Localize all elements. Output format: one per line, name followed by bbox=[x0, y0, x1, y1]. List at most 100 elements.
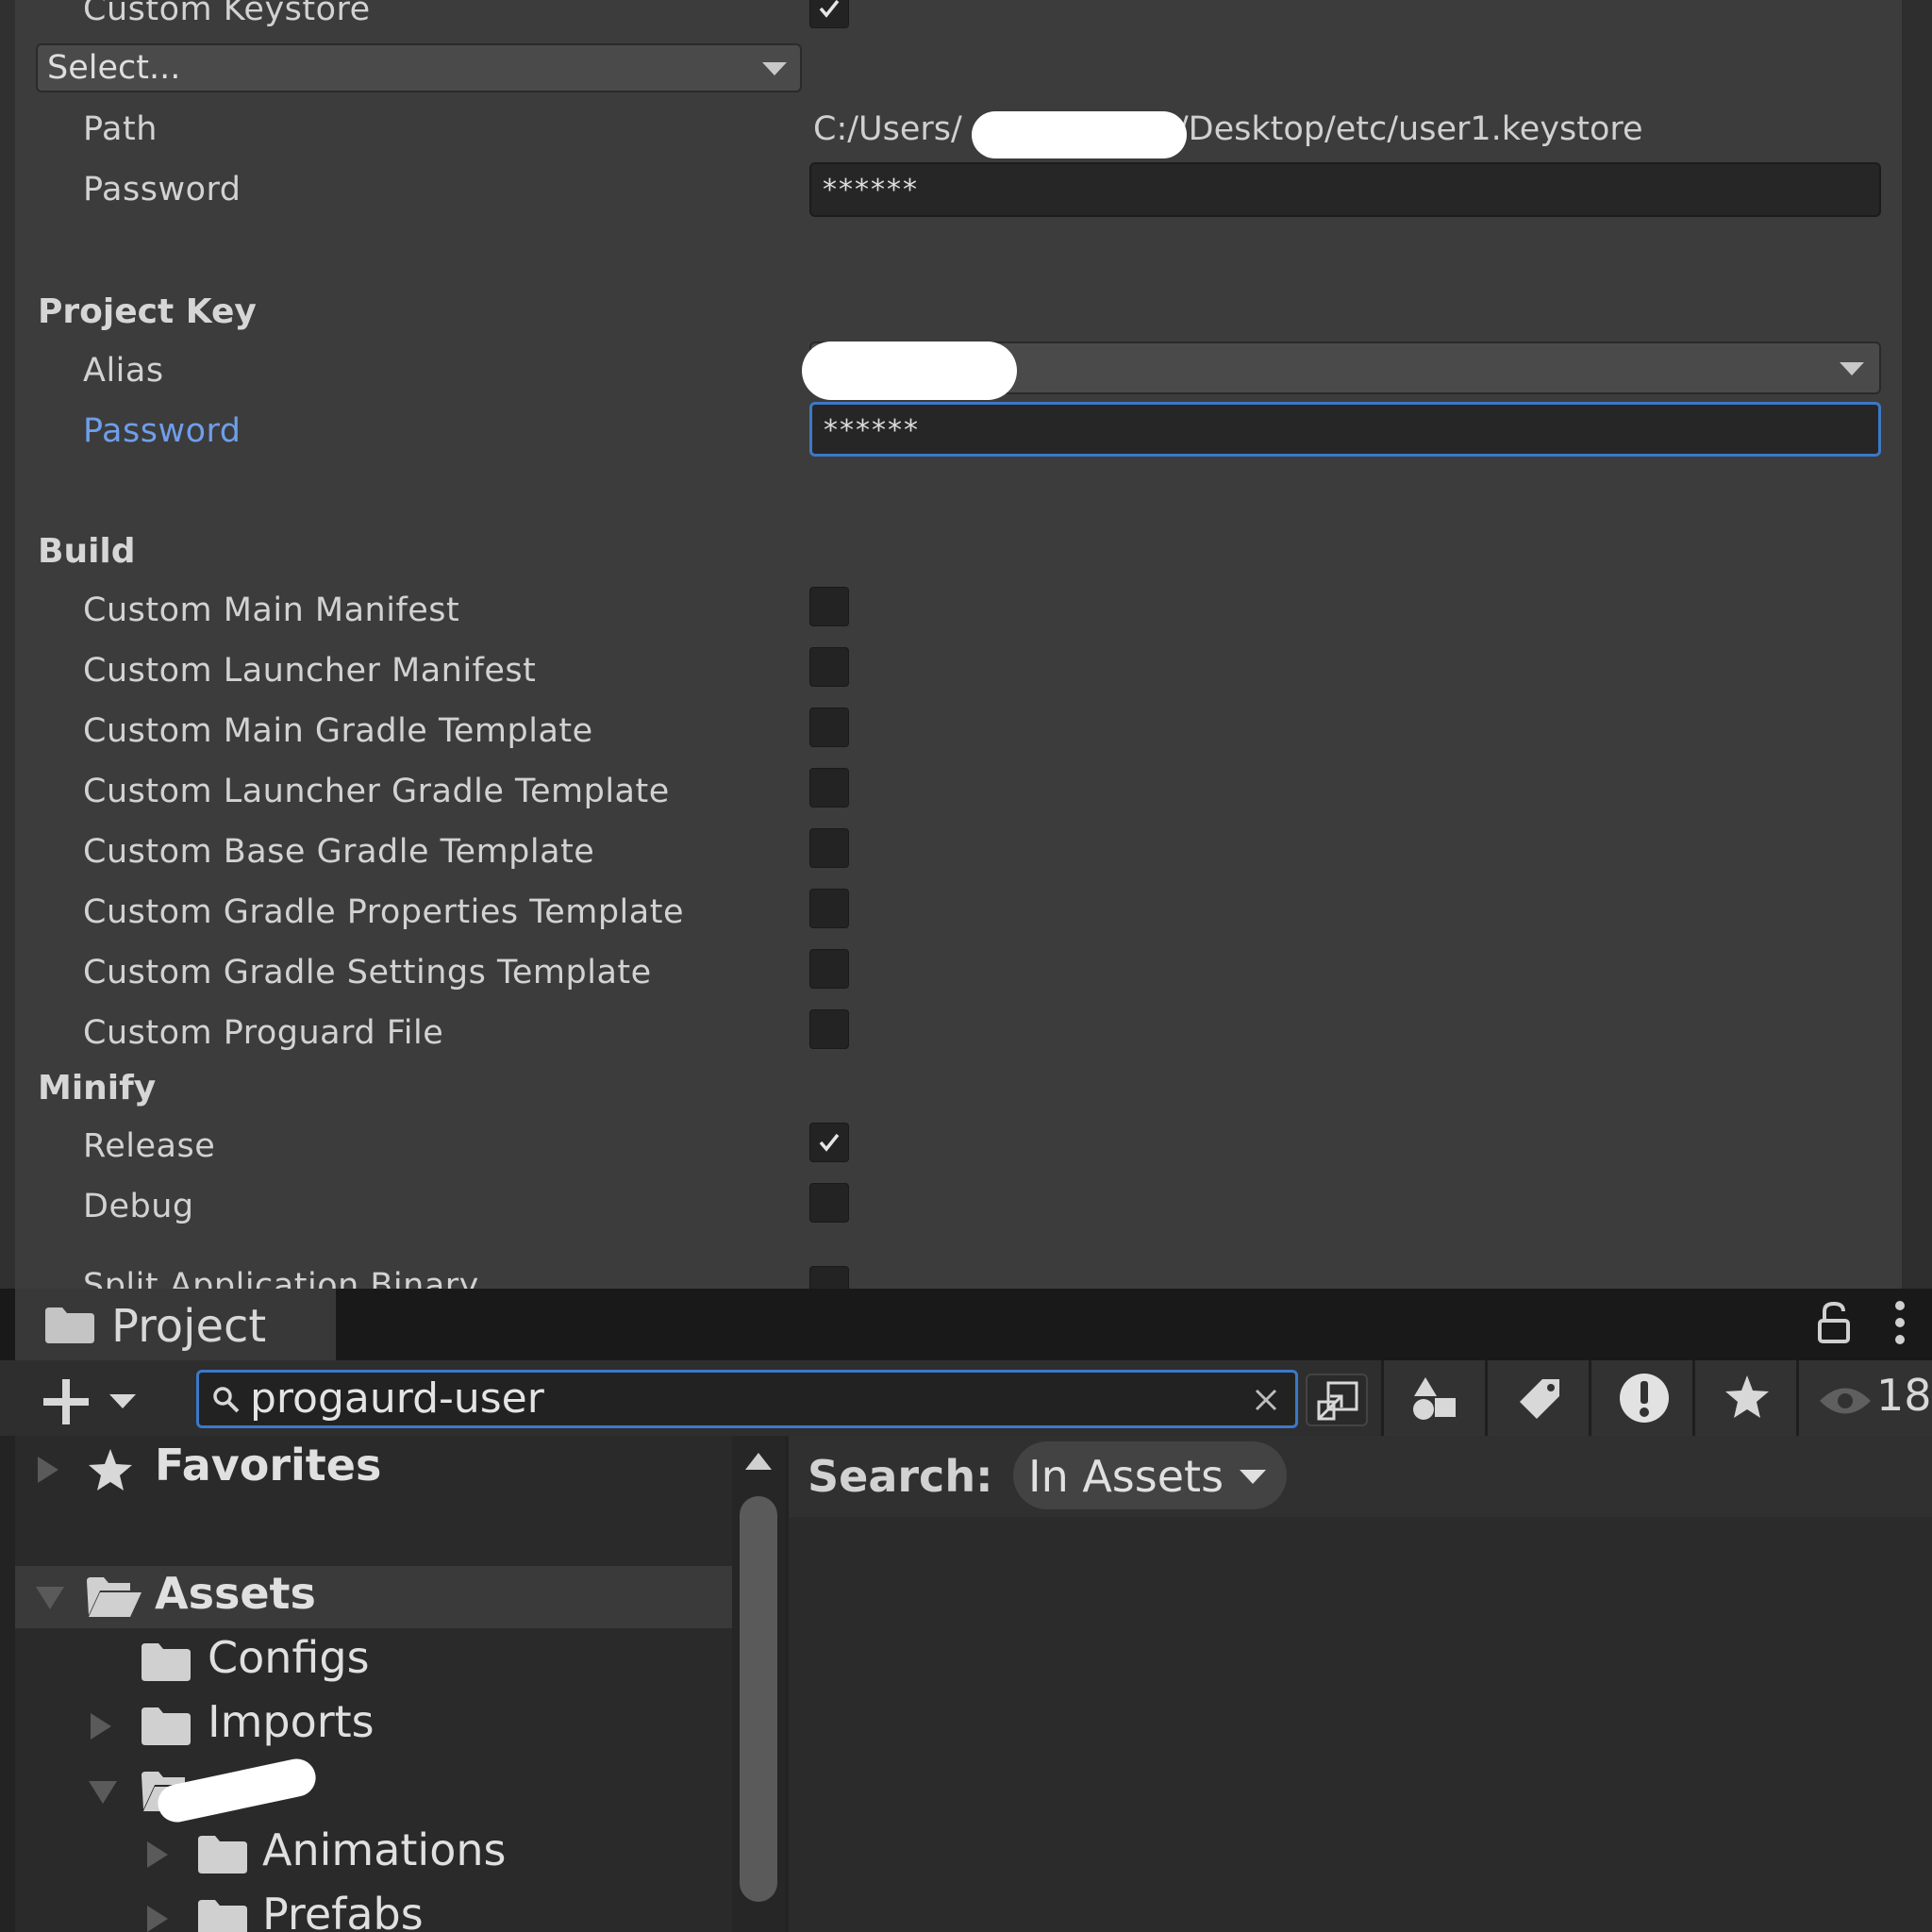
animations-label: Animations bbox=[262, 1824, 507, 1875]
alias-label: Alias bbox=[83, 352, 164, 390]
search-icon bbox=[213, 1387, 240, 1413]
keystore-select-value: Select... bbox=[47, 49, 181, 87]
expand-arrow-icon[interactable] bbox=[38, 1457, 58, 1483]
build-option-label: Custom Gradle Settings Template bbox=[83, 954, 652, 991]
build-option-label: Custom Gradle Properties Template bbox=[83, 893, 684, 931]
search-value: progaurd-user bbox=[250, 1374, 544, 1423]
custom-main-gradle-template-checkbox[interactable] bbox=[809, 708, 849, 747]
tree-item-animations[interactable]: Animations bbox=[15, 1823, 732, 1885]
project-tab[interactable]: Project bbox=[15, 1289, 336, 1360]
minify-release-checkbox[interactable] bbox=[809, 1123, 849, 1162]
imports-label: Imports bbox=[208, 1696, 375, 1747]
build-option-label: Custom Main Gradle Template bbox=[83, 712, 593, 750]
custom-keystore-label: Custom Keystore bbox=[83, 0, 371, 28]
custom-main-manifest-checkbox[interactable] bbox=[809, 587, 849, 626]
custom-keystore-checkbox[interactable] bbox=[809, 0, 849, 28]
redaction-mark bbox=[154, 1755, 320, 1826]
path-value: C:/Users/ /Desktop/etc/user1.keystore bbox=[813, 110, 1643, 148]
expand-arrow-icon[interactable] bbox=[91, 1713, 111, 1740]
folder-icon bbox=[198, 1900, 247, 1932]
minify-header: Minify bbox=[38, 1069, 157, 1108]
tree-item-imports[interactable]: Imports bbox=[15, 1694, 732, 1757]
eye-icon bbox=[1820, 1388, 1871, 1414]
custom-launcher-manifest-checkbox[interactable] bbox=[809, 647, 849, 687]
path-prefix: C:/Users/ bbox=[813, 110, 962, 148]
path-suffix: /Desktop/etc/user1.keystore bbox=[1176, 110, 1643, 148]
key-password-field[interactable]: ****** bbox=[809, 402, 1881, 457]
tree-item-favorites[interactable]: Favorites bbox=[15, 1440, 732, 1500]
collapse-arrow-icon[interactable] bbox=[89, 1781, 117, 1804]
search-window-button[interactable] bbox=[1306, 1374, 1368, 1426]
custom-base-gradle-template-checkbox[interactable] bbox=[809, 828, 849, 868]
split-binary-checkbox[interactable] bbox=[809, 1266, 849, 1289]
plus-icon bbox=[43, 1379, 89, 1424]
scrollbar-thumb[interactable] bbox=[740, 1496, 777, 1902]
folder-icon bbox=[45, 1307, 94, 1343]
hidden-packages-count: 18 bbox=[1876, 1370, 1932, 1421]
key-password-label: Password bbox=[83, 412, 242, 450]
expand-arrow-icon[interactable] bbox=[147, 1841, 168, 1868]
chevron-down-icon bbox=[1840, 362, 1864, 375]
project-window: Project progaurd-user 18 Favorites Asset… bbox=[0, 1289, 1932, 1932]
custom-gradle-properties-template-checkbox[interactable] bbox=[809, 889, 849, 928]
search-scope-dropdown[interactable]: In Assets bbox=[1013, 1441, 1287, 1509]
redaction-mark bbox=[972, 111, 1187, 158]
custom-launcher-gradle-template-checkbox[interactable] bbox=[809, 768, 849, 808]
project-tab-title: Project bbox=[111, 1300, 267, 1353]
clear-search-icon[interactable] bbox=[1254, 1388, 1278, 1412]
check-icon bbox=[819, 1133, 840, 1152]
check-icon bbox=[819, 0, 840, 18]
folder-icon bbox=[142, 1707, 191, 1745]
key-password-value: ****** bbox=[824, 414, 920, 447]
minify-debug-label: Debug bbox=[83, 1188, 194, 1225]
chevron-down-icon bbox=[1240, 1470, 1266, 1484]
tree-item-prefabs[interactable]: Prefabs bbox=[15, 1887, 732, 1932]
split-binary-label: Split Application Binary bbox=[83, 1267, 479, 1289]
tag-icon bbox=[1520, 1379, 1559, 1419]
save-search-button[interactable] bbox=[1692, 1360, 1797, 1436]
scroll-up-icon[interactable] bbox=[745, 1453, 772, 1470]
tree-scrollbar[interactable] bbox=[732, 1436, 785, 1932]
more-options-icon[interactable] bbox=[1892, 1298, 1907, 1347]
minify-debug-checkbox[interactable] bbox=[809, 1183, 849, 1223]
build-option-label: Custom Main Manifest bbox=[83, 591, 460, 629]
build-header: Build bbox=[38, 532, 136, 571]
build-option-label: Custom Launcher Gradle Template bbox=[83, 773, 670, 810]
assets-label: Assets bbox=[155, 1568, 316, 1619]
favorites-label: Favorites bbox=[155, 1440, 382, 1491]
path-label: Path bbox=[83, 110, 158, 148]
minify-release-label: Release bbox=[83, 1127, 216, 1165]
custom-gradle-settings-template-checkbox[interactable] bbox=[809, 949, 849, 989]
search-scope-value: In Assets bbox=[1028, 1451, 1224, 1502]
build-option-label: Custom Base Gradle Template bbox=[83, 833, 595, 871]
folder-icon bbox=[198, 1836, 247, 1874]
chevron-down-icon bbox=[762, 62, 787, 75]
keystore-password-field[interactable]: ****** bbox=[809, 162, 1881, 217]
keystore-select-dropdown[interactable]: Select... bbox=[36, 43, 802, 92]
filter-by-label-button[interactable] bbox=[1485, 1360, 1590, 1436]
tree-item-configs[interactable]: Configs bbox=[15, 1630, 732, 1692]
custom-proguard-file-checkbox[interactable] bbox=[809, 1009, 849, 1049]
redaction-mark bbox=[802, 341, 1017, 400]
build-option-label: Custom Launcher Manifest bbox=[83, 652, 537, 690]
create-menu-button[interactable] bbox=[38, 1374, 151, 1426]
keystore-password-label: Password bbox=[83, 171, 242, 208]
chevron-down-icon bbox=[109, 1394, 136, 1408]
lock-icon[interactable] bbox=[1817, 1302, 1851, 1343]
open-search-window-icon bbox=[1317, 1381, 1358, 1421]
collapse-arrow-icon[interactable] bbox=[36, 1587, 64, 1609]
hidden-packages-toggle[interactable]: 18 bbox=[1796, 1360, 1932, 1436]
project-search-input[interactable]: progaurd-user bbox=[196, 1370, 1298, 1428]
filter-by-log-type-button[interactable] bbox=[1589, 1360, 1693, 1436]
search-scope-label: Search: bbox=[808, 1451, 993, 1502]
filter-by-type-button[interactable] bbox=[1381, 1360, 1486, 1436]
prefabs-label: Prefabs bbox=[262, 1889, 424, 1932]
tree-item-redacted-folder[interactable] bbox=[15, 1755, 732, 1826]
expand-arrow-icon[interactable] bbox=[147, 1906, 168, 1932]
configs-label: Configs bbox=[208, 1632, 370, 1683]
folder-icon bbox=[142, 1643, 191, 1681]
tree-item-assets[interactable]: Assets bbox=[15, 1566, 732, 1628]
filter-by-type-icon bbox=[1413, 1377, 1456, 1420]
inspector-edge bbox=[1902, 0, 1932, 1289]
keystore-password-value: ****** bbox=[823, 174, 919, 207]
